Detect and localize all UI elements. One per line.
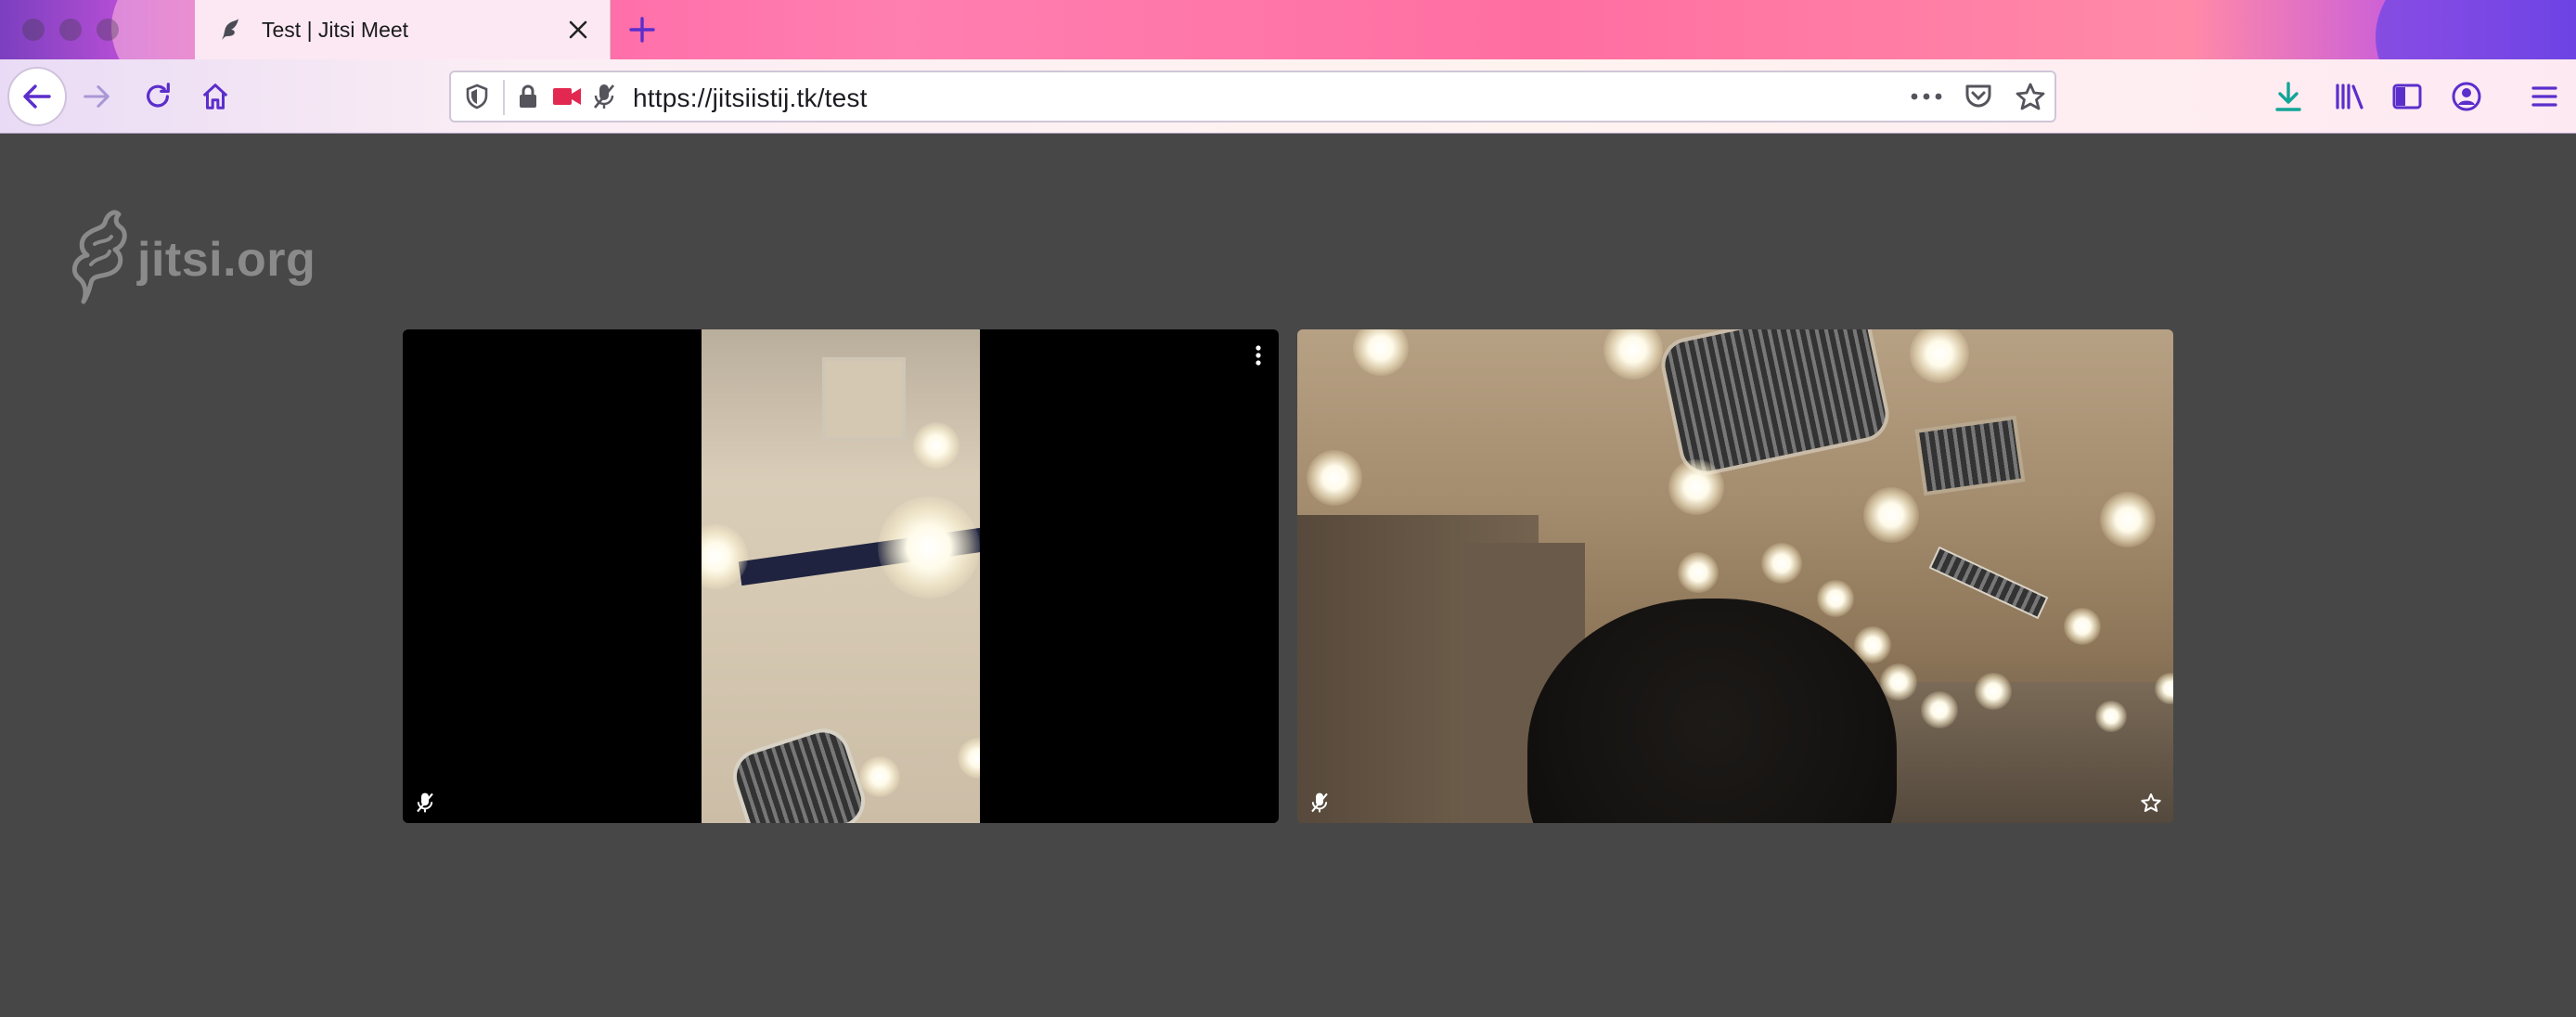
navigation-toolbar: https://jitsiistij.tk/test xyxy=(0,59,2576,134)
arrow-right-icon xyxy=(84,85,109,108)
tab-title: Test | Jitsi Meet xyxy=(262,17,409,42)
back-button[interactable] xyxy=(7,67,67,126)
ceiling-light xyxy=(1863,487,1919,543)
ceiling-vent xyxy=(1914,415,2026,496)
theme-decoration xyxy=(2376,0,2576,59)
camera-icon[interactable] xyxy=(551,82,583,111)
ceiling-light xyxy=(913,422,960,469)
account-icon[interactable] xyxy=(2442,72,2491,121)
plus-icon[interactable] xyxy=(624,11,661,48)
ceiling-light xyxy=(1307,450,1362,506)
ceiling-light xyxy=(1921,691,1958,728)
tab-active[interactable]: Test | Jitsi Meet xyxy=(195,0,611,59)
url-separator xyxy=(503,80,505,115)
ceiling-light xyxy=(2100,492,2156,547)
ceiling-light xyxy=(1975,673,2012,710)
local-video-feed xyxy=(702,329,980,823)
ceiling-light xyxy=(1678,552,1719,593)
ceiling-vent xyxy=(726,721,872,823)
mic-off-icon[interactable] xyxy=(590,82,618,111)
arrow-left-icon xyxy=(23,84,51,109)
star-icon[interactable] xyxy=(2014,82,2047,111)
jitsi-favicon-icon xyxy=(215,16,243,44)
ceiling-light xyxy=(2095,701,2127,732)
more-horizontal-icon[interactable] xyxy=(1908,82,1945,111)
ceiling-light xyxy=(1668,459,1724,515)
ceiling-light xyxy=(1761,543,1802,584)
ceiling-light xyxy=(2064,608,2101,645)
jitsi-meeting-page: jitsi.org xyxy=(0,135,2576,1017)
home-button[interactable] xyxy=(191,72,239,121)
window-zoom-button[interactable] xyxy=(97,19,119,41)
local-video-tile[interactable] xyxy=(403,329,1279,823)
tab-strip: Test | Jitsi Meet xyxy=(0,0,2576,59)
ceiling-light xyxy=(958,738,980,779)
sidebar-icon[interactable] xyxy=(2383,72,2431,121)
library-icon[interactable] xyxy=(2325,72,2374,121)
url-bar[interactable]: https://jitsiistij.tk/test xyxy=(449,71,2056,122)
reload-icon xyxy=(147,83,170,108)
home-icon xyxy=(202,84,228,109)
window-minimize-button[interactable] xyxy=(59,19,82,41)
download-icon[interactable] xyxy=(2264,72,2312,121)
ceiling-light xyxy=(1880,663,1917,701)
shield-icon[interactable] xyxy=(462,82,492,111)
jitsi-watermark-link[interactable]: jitsi.org xyxy=(63,209,316,310)
watermark-text: jitsi.org xyxy=(137,232,316,287)
window-close-button[interactable] xyxy=(22,19,45,41)
star-outline-icon xyxy=(2138,790,2164,816)
close-icon[interactable] xyxy=(563,15,593,45)
forward-button[interactable] xyxy=(72,72,121,121)
pocket-icon[interactable] xyxy=(1962,82,1995,111)
more-vertical-icon[interactable] xyxy=(1245,342,1271,368)
hamburger-menu-icon[interactable] xyxy=(2520,72,2569,121)
mic-off-icon xyxy=(1307,790,1333,816)
mic-off-icon xyxy=(412,790,438,816)
remote-video-tile[interactable] xyxy=(1297,329,2173,823)
url-text[interactable]: https://jitsiistij.tk/test xyxy=(633,84,868,113)
jitsi-logo-icon xyxy=(63,209,130,310)
ceiling-panel xyxy=(822,357,906,441)
reload-button[interactable] xyxy=(134,72,182,121)
ceiling-light xyxy=(1817,580,1854,617)
ceiling-light xyxy=(878,496,980,599)
lock-icon[interactable] xyxy=(514,82,542,111)
ceiling-light xyxy=(859,756,900,797)
